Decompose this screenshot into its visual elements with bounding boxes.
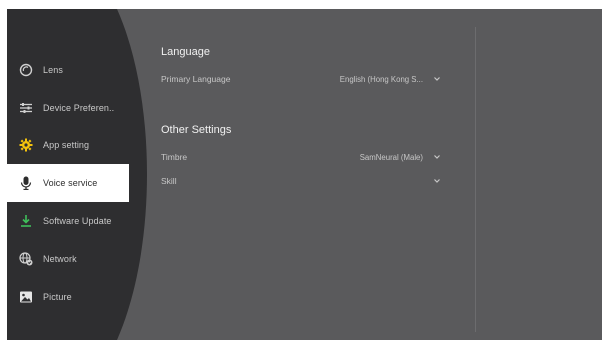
sliders-icon — [19, 101, 33, 115]
skill-row[interactable]: Skill — [161, 174, 441, 188]
skill-label: Skill — [161, 176, 177, 186]
primary-language-row[interactable]: Primary Language English (Hong Kong S... — [161, 72, 441, 86]
network-icon — [19, 252, 33, 266]
timbre-row[interactable]: Timbre SamNeural (Male) — [161, 150, 441, 164]
chevron-down-icon[interactable] — [433, 153, 441, 161]
language-section-title: Language — [161, 46, 210, 58]
sidebar-item-app-setting[interactable]: App setting — [7, 127, 129, 165]
sidebar-item-voice-service[interactable]: Voice service — [7, 164, 129, 203]
primary-language-value: English (Hong Kong S... — [339, 74, 423, 84]
sidebar-item-label: Network — [43, 253, 77, 264]
sidebar-item-label: Device Preferen.. — [43, 102, 115, 113]
chevron-down-icon[interactable] — [433, 177, 441, 185]
picture-icon — [19, 290, 33, 304]
microphone-icon — [19, 176, 33, 191]
sidebar-item-software-update[interactable]: Software Update — [7, 202, 129, 240]
sidebar-menu: Lens Device Preferen.. App setting Voice… — [7, 51, 129, 316]
sidebar-item-label: Voice service — [43, 178, 98, 189]
sidebar-item-device-preferences[interactable]: Device Preferen.. — [7, 89, 129, 127]
download-icon — [19, 214, 33, 228]
sidebar-item-label: Software Update — [43, 216, 112, 227]
sidebar-item-label: Lens — [43, 64, 63, 75]
panel-divider — [475, 27, 476, 332]
sidebar-item-picture[interactable]: Picture — [7, 278, 129, 316]
timbre-label: Timbre — [161, 152, 188, 162]
sidebar-item-label: Picture — [43, 291, 72, 302]
sidebar-item-label: App setting — [43, 140, 90, 151]
primary-language-label: Primary Language — [161, 74, 231, 84]
other-settings-section-title: Other Settings — [161, 124, 232, 136]
settings-content: Language Primary Language English (Hong … — [161, 9, 476, 340]
chevron-down-icon[interactable] — [433, 75, 441, 83]
gear-icon — [19, 138, 33, 152]
lens-icon — [19, 63, 33, 77]
sidebar-item-lens[interactable]: Lens — [7, 51, 129, 89]
sidebar-item-network[interactable]: Network — [7, 240, 129, 278]
timbre-value: SamNeural (Male) — [359, 152, 423, 162]
settings-window: Lens Device Preferen.. App setting Voice… — [7, 9, 602, 340]
